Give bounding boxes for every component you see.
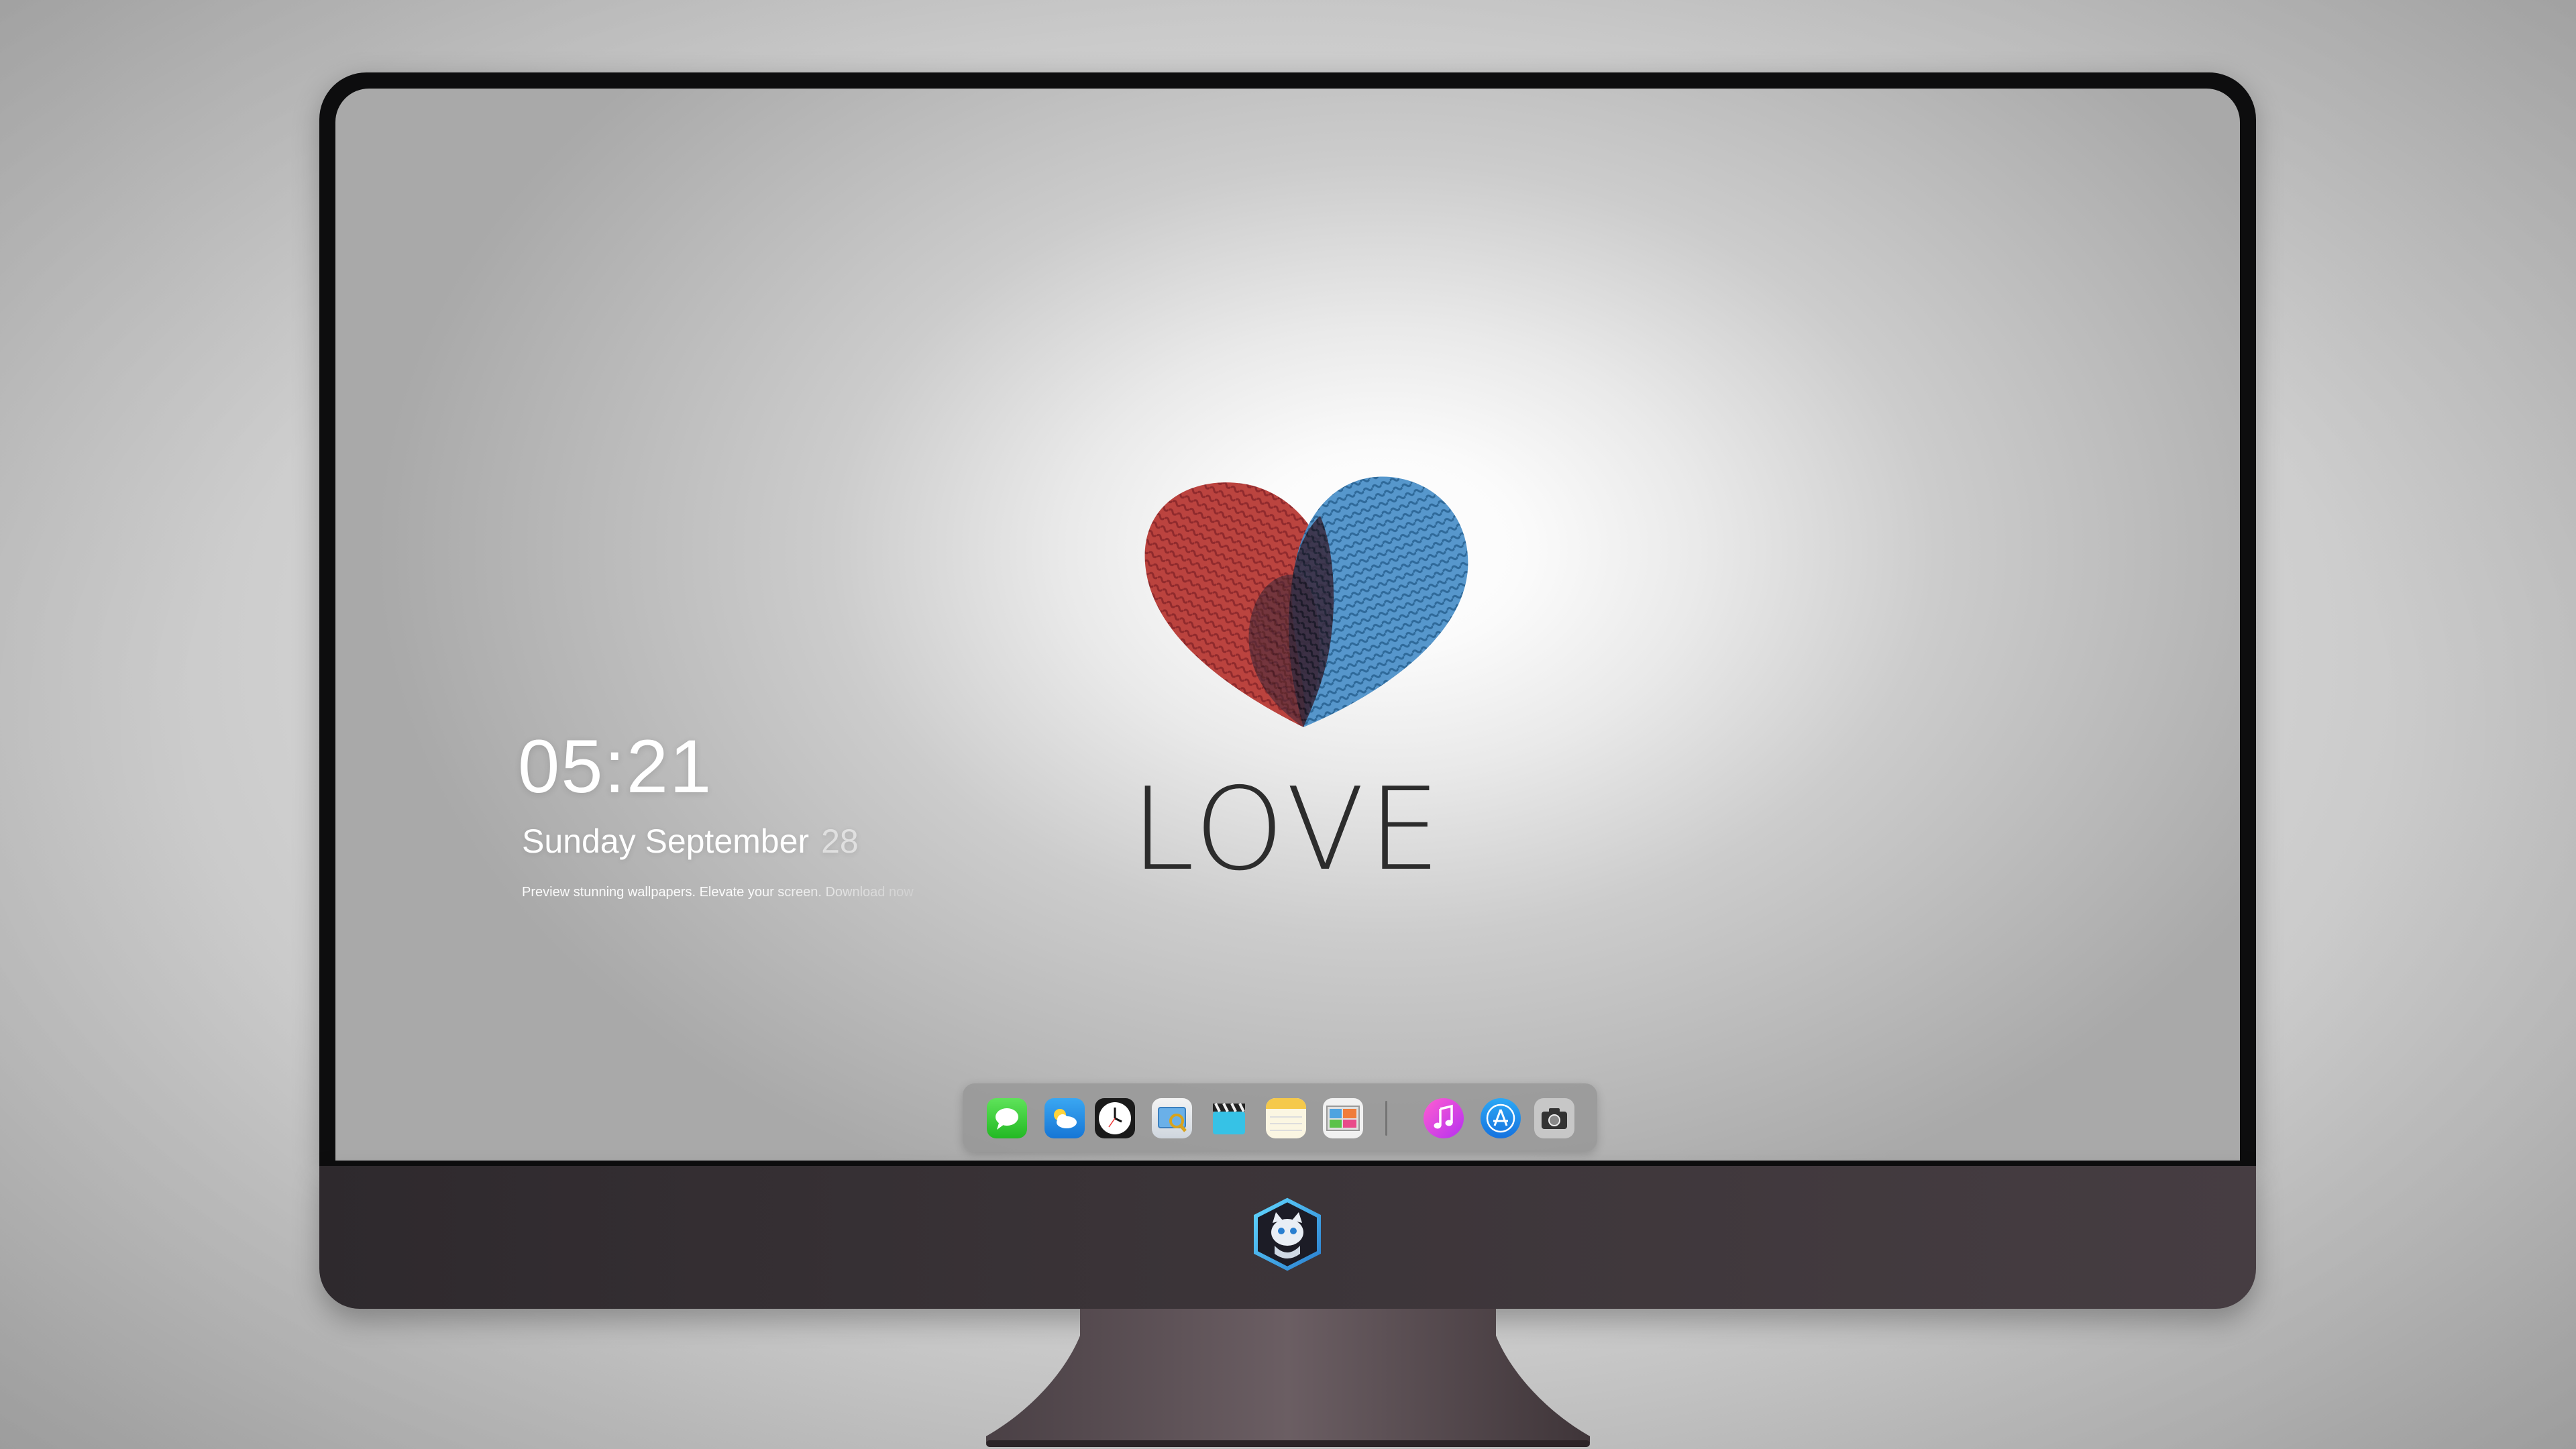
camera-icon[interactable] [1534, 1098, 1574, 1138]
weather-icon[interactable] [1044, 1098, 1085, 1138]
notes-icon[interactable] [1266, 1098, 1306, 1138]
day-number: 28 [821, 822, 859, 860]
desktop-screen: LOVE 05:21 Sunday September 28 Preview st… [335, 89, 2240, 1161]
clapper-icon[interactable] [1209, 1098, 1249, 1138]
cat-mascot-icon [1254, 1197, 1321, 1271]
messages-icon[interactable] [987, 1098, 1027, 1138]
dock [963, 1083, 1597, 1152]
clock-icon[interactable] [1095, 1098, 1135, 1138]
date-text: Sunday September [522, 822, 810, 860]
monitor-stand [986, 1309, 1590, 1447]
monitor-bezel: LOVE 05:21 Sunday September 28 Preview st… [319, 72, 2256, 1166]
monitor: LOVE 05:21 Sunday September 28 Preview st… [319, 72, 2256, 1447]
preview-icon[interactable] [1152, 1098, 1192, 1138]
lockscreen-tagline: Preview stunning wallpapers. Elevate you… [522, 885, 914, 900]
photo-icon[interactable] [1323, 1098, 1363, 1138]
music-icon[interactable] [1424, 1098, 1464, 1138]
lockscreen-clock: 05:21 [518, 724, 713, 808]
dock-separator [1385, 1101, 1387, 1136]
monitor-chin [319, 1166, 2256, 1309]
fingerprint-heart-icon [1144, 476, 1468, 727]
lockscreen-date: Sunday September 28 [522, 824, 859, 858]
app-store-icon[interactable] [1481, 1098, 1521, 1138]
